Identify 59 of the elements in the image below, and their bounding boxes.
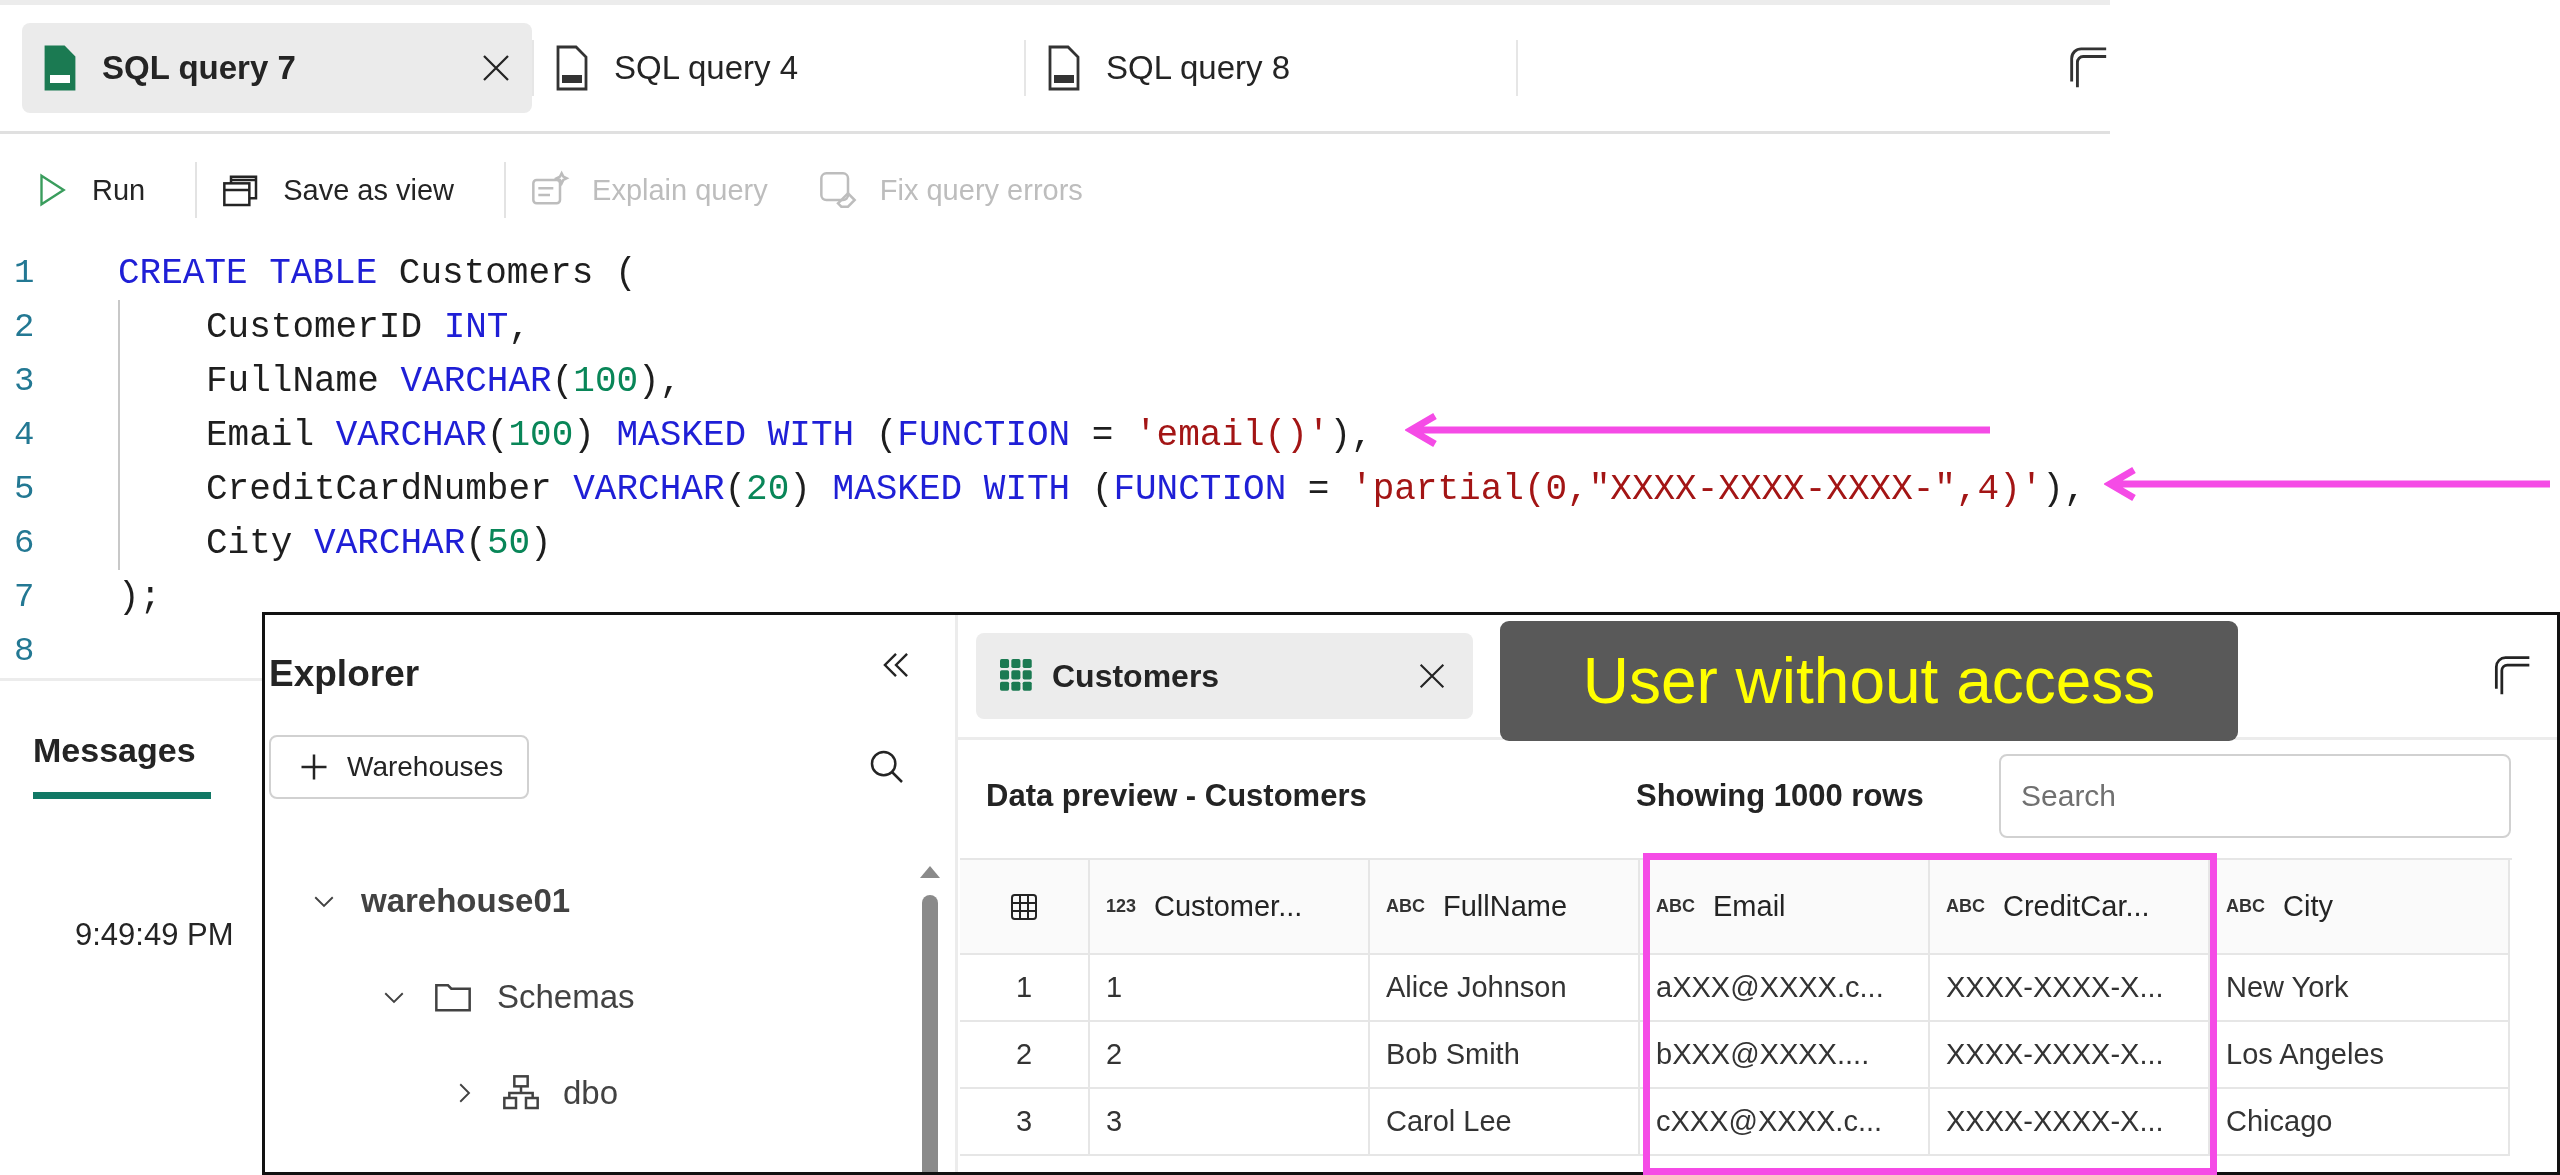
- add-warehouses-button[interactable]: Warehouses: [269, 735, 530, 799]
- line-number: 1: [13, 254, 36, 292]
- table-cell: New York: [2210, 955, 2510, 1022]
- tree-item[interactable]: warehouse01: [361, 882, 571, 920]
- table-cell: Alice Johnson: [1370, 955, 1640, 1022]
- messages-tab[interactable]: Messages: [33, 731, 211, 799]
- row-index: 2: [960, 1022, 1090, 1089]
- table-cell: Bob Smith: [1370, 1022, 1640, 1089]
- table-cell: 1: [1090, 955, 1370, 1022]
- toolbar-button[interactable]: Run: [32, 170, 172, 210]
- code-line: Email VARCHAR(100) MASKED WITH (FUNCTION = 'email()'),: [206, 414, 1373, 456]
- row-count: Showing 1000 rows: [1636, 778, 1925, 814]
- explorer-title: Explorer: [269, 653, 420, 695]
- code-line: );: [118, 576, 162, 618]
- line-number: 5: [13, 470, 36, 508]
- table-icon: [1000, 659, 1034, 693]
- column-header[interactable]: 123 Customer...: [1090, 860, 1370, 955]
- code-line: CustomerID INT,: [206, 306, 531, 348]
- tree-item[interactable]: Schemas: [497, 978, 635, 1016]
- annotation-label: User without access: [1500, 621, 2238, 741]
- tree-item[interactable]: dbo: [563, 1074, 619, 1112]
- scroll-up-icon[interactable]: [919, 865, 941, 879]
- line-number: 2: [13, 308, 36, 346]
- column-header[interactable]: ABC CreditCar...: [1930, 860, 2210, 955]
- line-number: 4: [13, 416, 36, 454]
- table-cell: XXXX-XXXX-X...: [1930, 955, 2210, 1022]
- column-header[interactable]: ABC FullName: [1370, 860, 1640, 955]
- editor-tab[interactable]: SQL query 7: [22, 23, 532, 113]
- table-cell: XXXX-XXXX-X...: [1930, 1022, 2210, 1089]
- table-cell: aXXX@XXXX.c...: [1640, 955, 1930, 1022]
- line-number: 7: [13, 578, 36, 616]
- plus-icon: [299, 752, 329, 782]
- table-cell: XXXX-XXXX-X...: [1930, 1089, 2210, 1156]
- table-cell: 3: [1090, 1089, 1370, 1156]
- search-field[interactable]: Search: [1999, 754, 2511, 838]
- code-line: CREATE TABLE Customers (: [118, 252, 637, 294]
- line-number: 8: [13, 632, 36, 670]
- editor-tab[interactable]: SQL query 4: [534, 23, 1024, 113]
- eraser-note-icon: [817, 170, 858, 210]
- table-cell: Los Angeles: [2210, 1022, 2510, 1089]
- scrollbar[interactable]: [919, 865, 941, 1172]
- line-number: 3: [13, 362, 36, 400]
- toolbar-button[interactable]: Save as view: [221, 170, 481, 210]
- table-cell: Carol Lee: [1370, 1089, 1640, 1156]
- table-cell: 2: [1090, 1022, 1370, 1089]
- preview-title: Data preview - Customers: [986, 778, 1368, 814]
- line-number: 6: [13, 524, 36, 562]
- code-line: FullName VARCHAR(100),: [206, 360, 682, 402]
- code-line: City VARCHAR(50): [206, 522, 552, 564]
- row-index: 1: [960, 955, 1090, 1022]
- code-line: CreditCardNumber VARCHAR(20) MASKED WITH (FUNCTION = 'partial(0,"XXXX-XXXX-XXXX-",4)'),: [206, 468, 2086, 510]
- table-tab[interactable]: Customers: [976, 633, 1473, 719]
- message-time: 9:49:49 PM: [75, 917, 234, 953]
- column-header[interactable]: ABC Email: [1640, 860, 1930, 955]
- editor-tab[interactable]: SQL query 8: [1026, 23, 1516, 113]
- table-cell: bXXX@XXXX....: [1640, 1022, 1930, 1089]
- row-index: 3: [960, 1089, 1090, 1156]
- table-cell: Chicago: [2210, 1089, 2510, 1156]
- table-cell: cXXX@XXXX.c...: [1640, 1089, 1930, 1156]
